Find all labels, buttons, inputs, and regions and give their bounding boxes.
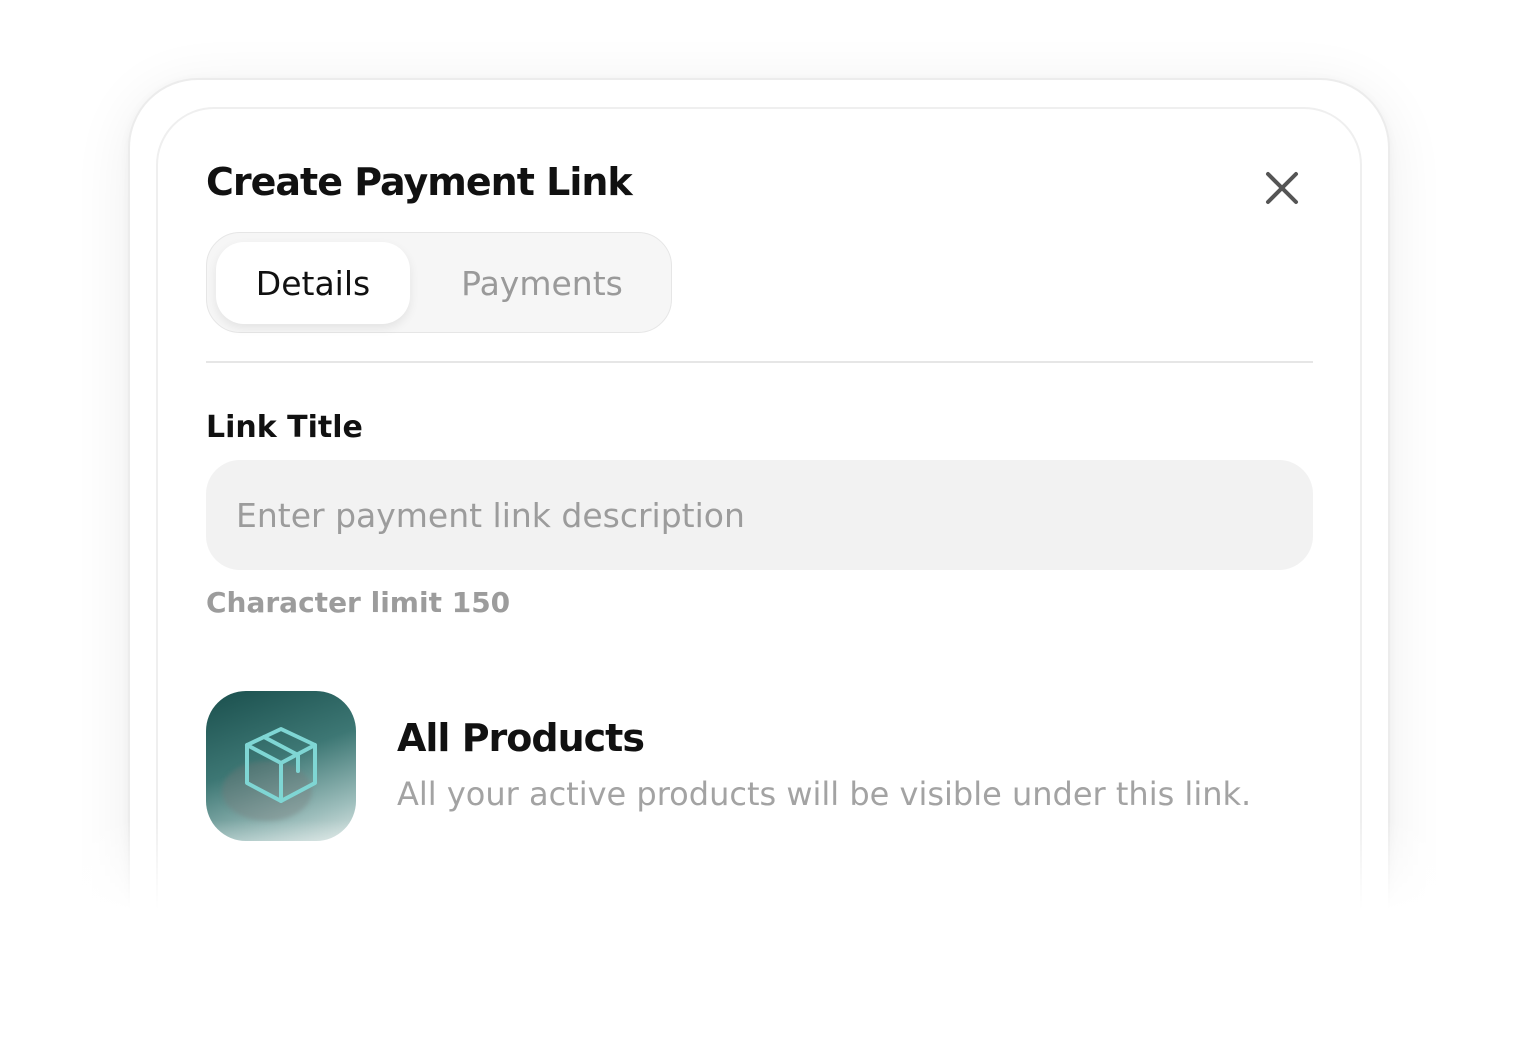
tab-bar: Details Payments bbox=[206, 232, 672, 333]
all-products-description: All your active products will be visible… bbox=[397, 775, 1252, 813]
all-products-title: All Products bbox=[397, 716, 645, 760]
link-title-input[interactable] bbox=[206, 460, 1313, 570]
modal-title: Create Payment Link bbox=[206, 160, 633, 204]
stage: Create Payment Link Details Payments Lin… bbox=[0, 0, 1521, 1044]
link-title-label: Link Title bbox=[206, 410, 363, 445]
box-icon bbox=[245, 727, 317, 803]
character-limit-hint: Character limit 150 bbox=[206, 586, 511, 619]
tab-details[interactable]: Details bbox=[216, 242, 410, 324]
tab-payments[interactable]: Payments bbox=[429, 242, 655, 324]
divider bbox=[206, 361, 1313, 363]
all-products-option[interactable] bbox=[206, 691, 356, 841]
close-icon[interactable] bbox=[1258, 164, 1306, 212]
